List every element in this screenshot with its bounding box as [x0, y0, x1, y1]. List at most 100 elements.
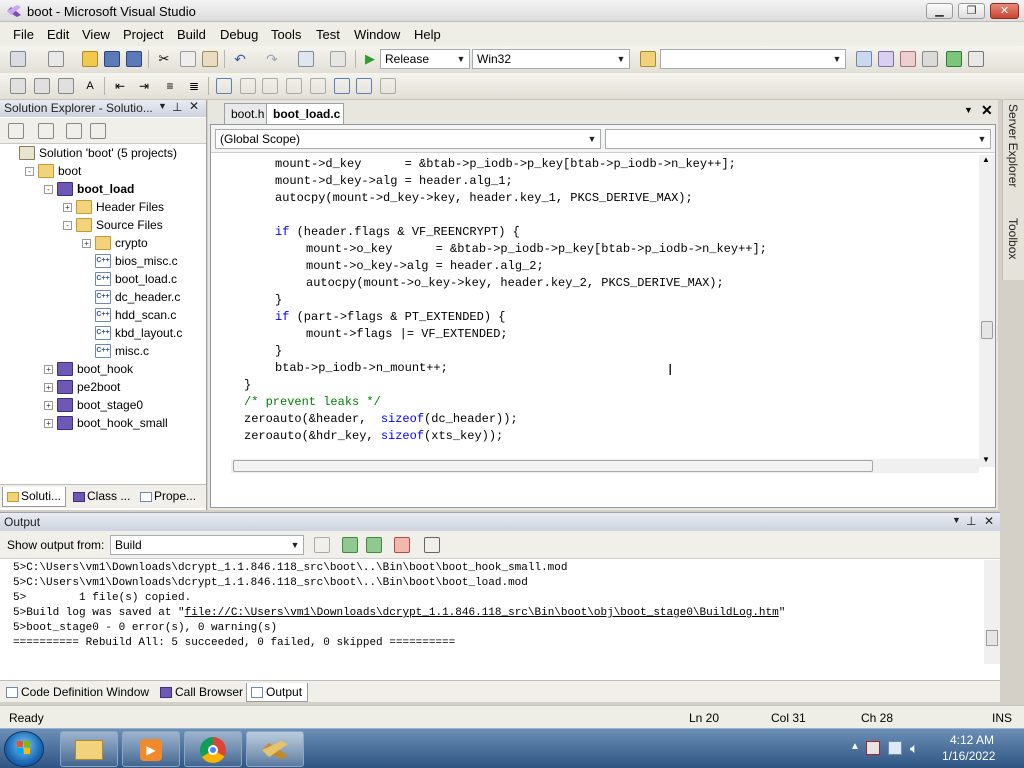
save-all-icon[interactable]	[126, 51, 142, 67]
clear-all-icon[interactable]	[394, 537, 410, 553]
menu-help[interactable]: Help	[414, 27, 441, 42]
taskbar-visual-studio[interactable]	[246, 731, 304, 767]
toolbox-tab[interactable]: Toolbox	[1006, 218, 1020, 259]
tree-item[interactable]: Solution 'boot' (5 projects)	[6, 144, 204, 162]
tab-output[interactable]: Output	[246, 683, 308, 702]
previous-bookmark-in-document-icon[interactable]	[334, 78, 350, 94]
tree-item[interactable]: + boot_hook_small	[6, 414, 204, 432]
menu-tools[interactable]: Tools	[271, 27, 301, 42]
collapse-icon[interactable]: -	[63, 220, 72, 230]
find-icon[interactable]	[856, 51, 872, 67]
display-object-member-list-icon[interactable]	[10, 78, 26, 94]
open-file-icon[interactable]	[82, 51, 98, 67]
chevron-down-icon[interactable]: ▼	[158, 101, 167, 111]
build-log-link[interactable]: file://C:\Users\vm1\Downloads\dcrypt_1.1…	[185, 607, 779, 619]
expand-icon[interactable]: +	[44, 400, 53, 410]
restore-button[interactable]: ❐	[958, 3, 985, 19]
go-to-next-message-icon[interactable]	[366, 537, 382, 553]
expand-icon[interactable]: +	[44, 418, 53, 428]
copy-icon[interactable]	[180, 51, 196, 67]
output-vertical-scrollbar[interactable]	[984, 560, 1000, 664]
taskbar-explorer[interactable]	[60, 731, 118, 767]
start-page-icon[interactable]	[946, 51, 962, 67]
tree-item[interactable]: + crypto	[6, 234, 204, 252]
undo-icon[interactable]: ↶	[232, 51, 248, 67]
tab-solution-explorer[interactable]: Soluti...	[2, 487, 66, 507]
tab-code-definition-window[interactable]: Code Definition Window	[2, 683, 152, 702]
active-files-dropdown-icon[interactable]: ▼	[964, 105, 973, 115]
previous-bookmark-icon[interactable]	[240, 78, 256, 94]
server-explorer-tab[interactable]: Server Explorer	[1006, 104, 1020, 187]
tab-call-browser[interactable]: Call Browser	[156, 683, 243, 702]
close-icon[interactable]: ✕	[189, 99, 199, 113]
close-icon[interactable]: ✕	[984, 514, 994, 528]
comment-lines-icon[interactable]: ≡	[162, 78, 178, 94]
properties-icon[interactable]	[8, 123, 24, 139]
redo-icon[interactable]: ↷	[264, 51, 280, 67]
tab-boot-h[interactable]: boot.h	[224, 103, 268, 124]
chevron-down-icon[interactable]: ▼	[952, 515, 961, 525]
scroll-down-icon[interactable]: ▼	[982, 455, 990, 464]
close-document-icon[interactable]: ✕	[981, 102, 993, 119]
tree-item[interactable]: C++ misc.c	[6, 342, 204, 360]
tree-item[interactable]: C++ kbd_layout.c	[6, 324, 204, 342]
start-debugging-icon[interactable]: ▶	[362, 51, 378, 67]
collapse-icon[interactable]: -	[25, 166, 34, 176]
output-text[interactable]: 5>C:\Users\vm1\Downloads\dcrypt_1.1.846.…	[0, 560, 984, 664]
solution-configuration-select[interactable]: Release ▼	[380, 49, 470, 69]
expand-icon[interactable]: +	[82, 238, 91, 248]
add-item-icon[interactable]	[48, 51, 64, 67]
code-text[interactable]: mount->d_key = &btab->p_iodb->p_key[btab…	[211, 155, 981, 455]
output-scroll-thumb[interactable]	[986, 630, 998, 646]
tab-boot-load-c[interactable]: boot_load.c	[266, 103, 344, 124]
menu-debug[interactable]: Debug	[220, 27, 258, 42]
clock-time[interactable]: 4:12 AM	[950, 733, 994, 747]
clear-bookmarks-icon[interactable]	[380, 78, 396, 94]
display-parameter-info-icon[interactable]	[34, 78, 50, 94]
go-to-previous-message-icon[interactable]	[342, 537, 358, 553]
close-button[interactable]: ✕	[990, 3, 1019, 19]
tree-item[interactable]: - boot	[6, 162, 204, 180]
menu-view[interactable]: View	[82, 27, 110, 42]
tree-item[interactable]: C++ dc_header.c	[6, 288, 204, 306]
action-center-icon[interactable]	[866, 741, 880, 755]
toggle-word-wrap-icon[interactable]	[424, 537, 440, 553]
previous-bookmark-in-folder-icon[interactable]	[286, 78, 302, 94]
collapse-icon[interactable]: -	[44, 184, 53, 194]
tree-item[interactable]: + boot_hook	[6, 360, 204, 378]
menu-file[interactable]: File	[13, 27, 34, 42]
new-project-icon[interactable]	[10, 51, 26, 67]
scroll-up-icon[interactable]: ▲	[982, 155, 990, 164]
toggle-bookmark-icon[interactable]	[216, 78, 232, 94]
expand-icon[interactable]: +	[63, 202, 72, 212]
tree-item[interactable]: C++ hdd_scan.c	[6, 306, 204, 324]
clock-date[interactable]: 1/16/2022	[942, 749, 995, 763]
code-editor[interactable]: (Global Scope) ▼ ▼ mount->d_key = &btab-…	[210, 124, 996, 508]
tab-class-view[interactable]: Class ...	[69, 487, 133, 507]
volume-icon[interactable]: 🔈︎	[910, 740, 918, 757]
menu-build[interactable]: Build	[177, 27, 206, 42]
paste-icon[interactable]	[202, 51, 218, 67]
find-in-files-icon[interactable]	[640, 51, 656, 67]
show-output-from-select[interactable]: Build ▼	[110, 535, 304, 555]
menu-test[interactable]: Test	[316, 27, 340, 42]
display-quick-info-icon[interactable]	[58, 78, 74, 94]
scope-select[interactable]: (Global Scope) ▼	[215, 129, 601, 149]
next-bookmark-icon[interactable]	[262, 78, 278, 94]
navigate-forward-icon[interactable]	[330, 51, 346, 67]
minimize-button[interactable]: ▁	[926, 3, 953, 19]
taskbar-media-player[interactable]: ▶	[122, 731, 180, 767]
taskbar-chrome[interactable]	[184, 731, 242, 767]
horizontal-scroll-thumb[interactable]	[233, 460, 873, 472]
find-combo[interactable]: ▼	[660, 49, 846, 69]
command-window-icon[interactable]	[968, 51, 984, 67]
tab-property-manager[interactable]: Prope...	[136, 487, 204, 507]
tree-item[interactable]: + pe2boot	[6, 378, 204, 396]
show-hidden-icons-icon[interactable]: ▲	[850, 741, 860, 752]
display-word-completion-icon[interactable]: A	[82, 78, 98, 94]
tree-item[interactable]: - Source Files	[6, 216, 204, 234]
expand-icon[interactable]: +	[44, 364, 53, 374]
next-bookmark-in-document-icon[interactable]	[356, 78, 372, 94]
view-class-diagram-icon[interactable]	[90, 123, 106, 139]
tree-item[interactable]: C++ bios_misc.c	[6, 252, 204, 270]
